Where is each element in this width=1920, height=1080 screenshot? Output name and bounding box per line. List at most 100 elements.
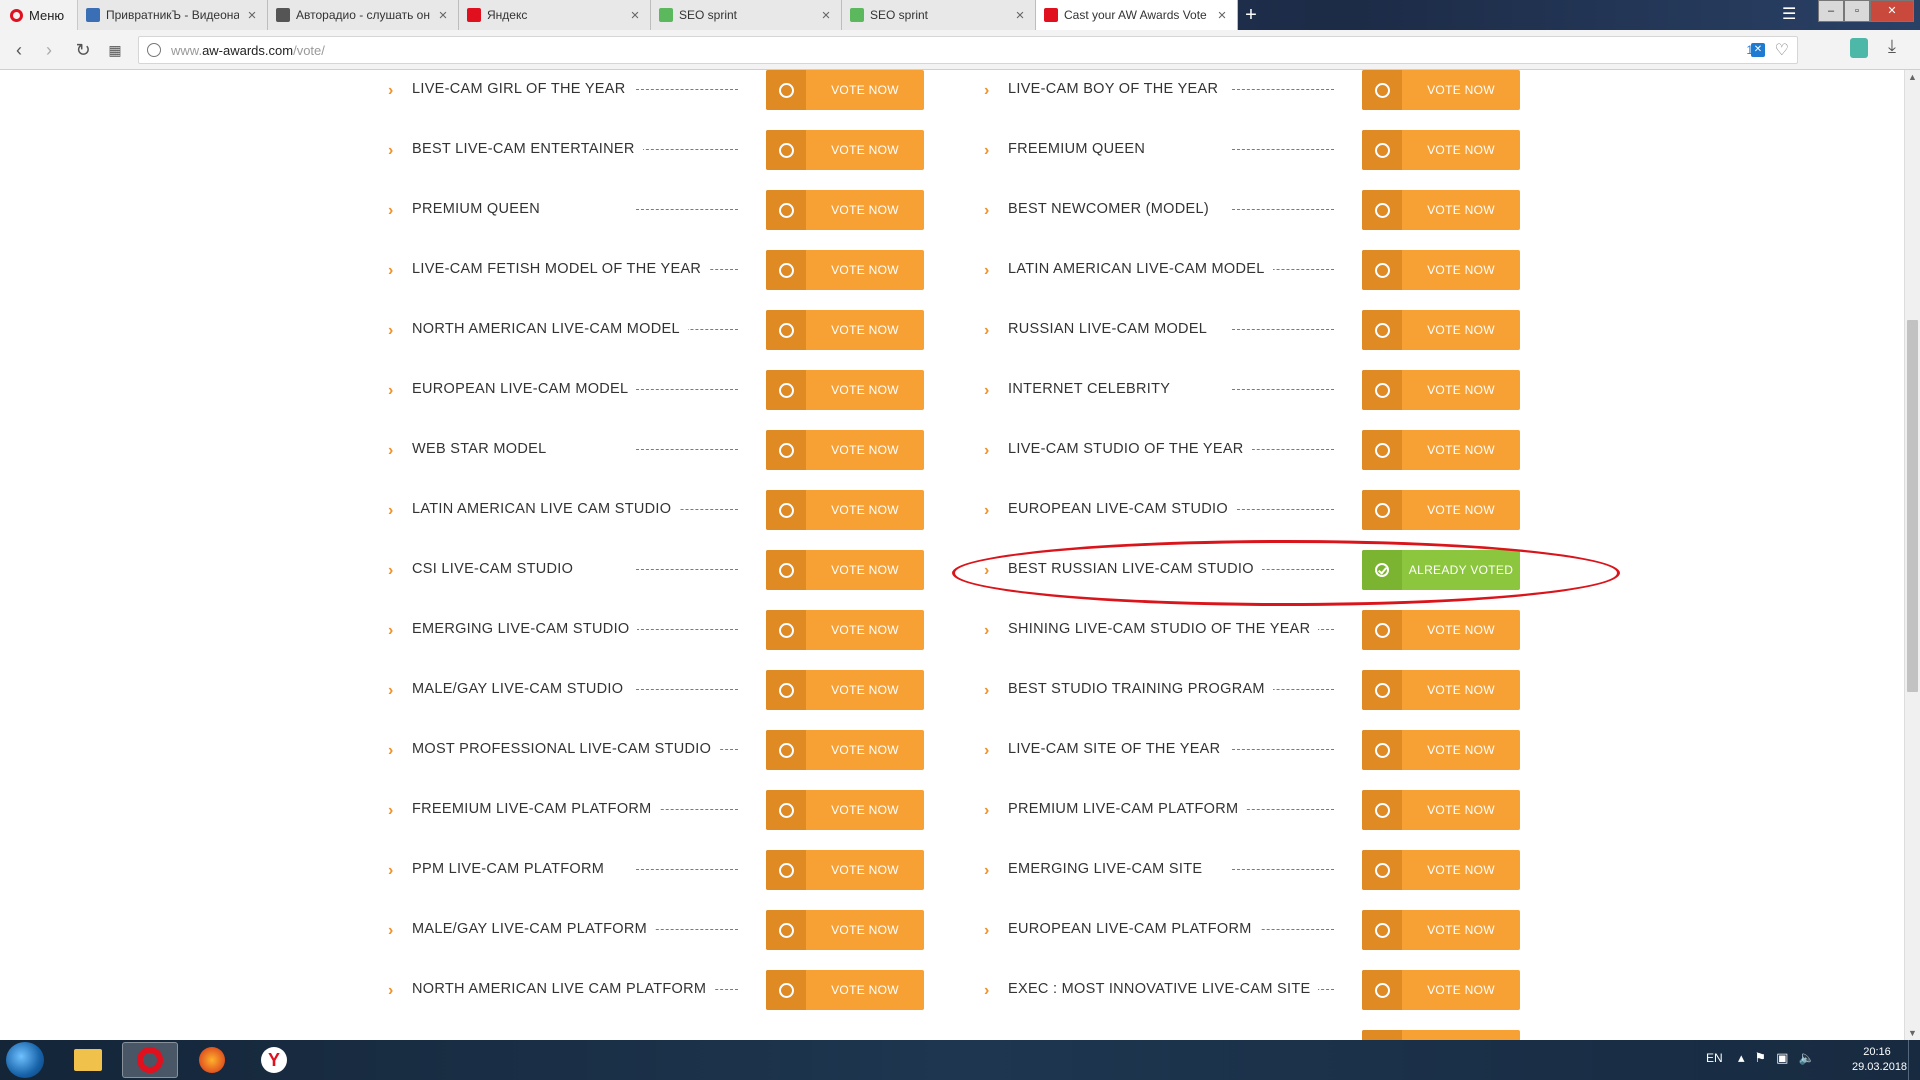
circle-icon xyxy=(1374,922,1390,938)
vote-now-button[interactable]: VOTE NOW xyxy=(766,370,924,410)
circle-icon xyxy=(1374,442,1390,458)
tray-icons[interactable]: ▴⚑▣🔈 xyxy=(1738,1050,1825,1066)
tab-menu-icon[interactable]: ☰ xyxy=(1782,4,1796,24)
taskbar-opera[interactable] xyxy=(122,1042,178,1078)
vote-now-button[interactable]: VOTE NOW xyxy=(1362,730,1520,770)
browser-tab[interactable]: SEO sprint × xyxy=(842,0,1036,30)
vote-now-button[interactable]: VOTE NOW xyxy=(1362,610,1520,650)
vote-button-label: VOTE NOW xyxy=(1427,743,1495,757)
vote-now-button[interactable]: VOTE NOW xyxy=(1362,430,1520,470)
vote-now-button[interactable]: VOTE NOW xyxy=(1362,130,1520,170)
tab-close-icon[interactable]: × xyxy=(1215,7,1229,24)
page-scrollbar[interactable]: ▲ ▼ xyxy=(1904,70,1920,1040)
tab-close-icon[interactable]: × xyxy=(245,7,259,24)
tab-title: Яндекс xyxy=(487,8,528,22)
vote-now-button[interactable]: VOTE NOW xyxy=(1362,970,1520,1010)
vote-now-button[interactable]: VOTE NOW xyxy=(766,670,924,710)
circle-icon xyxy=(778,142,794,158)
taskbar-yandex[interactable]: Y xyxy=(246,1042,302,1078)
close-window-button[interactable]: ✕ xyxy=(1870,0,1914,22)
tab-close-icon[interactable]: × xyxy=(628,7,642,24)
menu-label: Меню xyxy=(29,7,65,23)
scroll-up-icon[interactable]: ▲ xyxy=(1908,72,1917,82)
vote-now-button[interactable]: VOTE NOW xyxy=(766,610,924,650)
scrollbar-thumb[interactable] xyxy=(1907,320,1918,692)
vote-now-button[interactable]: VOTE NOW xyxy=(766,790,924,830)
vote-now-button[interactable]: VOTE NOW xyxy=(766,550,924,590)
circle-icon xyxy=(778,442,794,458)
category-label: MOST PROFESSIONAL LIVE-CAM STUDIO xyxy=(412,741,720,757)
tab-title: SEO sprint xyxy=(870,8,929,22)
chevron-right-icon: › xyxy=(984,382,990,399)
new-tab-button[interactable]: + xyxy=(1240,4,1262,26)
vote-now-button[interactable]: VOTE NOW xyxy=(1362,370,1520,410)
back-button[interactable]: ‹ xyxy=(8,39,30,61)
download-icon[interactable]: ⤓ xyxy=(1888,36,1896,57)
vote-now-button[interactable]: VOTE NOW xyxy=(1362,490,1520,530)
circle-icon xyxy=(778,802,794,818)
vote-now-button[interactable]: VOTE NOW xyxy=(1362,190,1520,230)
vote-now-button[interactable]: VOTE NOW xyxy=(766,310,924,350)
tab-close-icon[interactable]: × xyxy=(1013,7,1027,24)
chevron-right-icon: › xyxy=(388,82,394,99)
vote-now-button[interactable]: VOTE NOW xyxy=(766,130,924,170)
tab-close-icon[interactable]: × xyxy=(819,7,833,24)
chevron-right-icon: › xyxy=(388,262,394,279)
circle-icon xyxy=(1374,382,1390,398)
vote-now-button[interactable]: VOTE NOW xyxy=(766,250,924,290)
language-indicator[interactable]: EN xyxy=(1706,1051,1723,1065)
clock[interactable]: 20:16 29.03.2018 xyxy=(1852,1045,1907,1075)
tab-favicon-icon xyxy=(467,8,481,22)
vote-now-button[interactable]: VOTE NOW xyxy=(766,430,924,470)
circle-icon xyxy=(778,982,794,998)
browser-tab[interactable]: ПривратникЪ - Видеонаб × xyxy=(78,0,268,30)
taskbar-firefox[interactable] xyxy=(184,1042,240,1078)
vote-now-button[interactable]: VOTE NOW xyxy=(1362,850,1520,890)
browser-tab[interactable]: Cast your AW Awards Vote × xyxy=(1036,0,1238,30)
already-voted-button[interactable]: ALREADY VOTED xyxy=(1362,550,1520,590)
circle-icon xyxy=(778,262,794,278)
taskbar-explorer[interactable] xyxy=(60,1042,116,1078)
vote-now-button[interactable]: VOTE NOW xyxy=(1362,670,1520,710)
vote-button-label: VOTE NOW xyxy=(831,683,899,697)
address-field[interactable]: www. aw-awards.com /vote/ 1 ✕ ♡ xyxy=(138,36,1798,64)
speed-dial-icon[interactable]: ▦ xyxy=(104,39,126,61)
vote-now-button[interactable]: VOTE NOW xyxy=(1362,910,1520,950)
vote-now-button[interactable]: VOTE NOW xyxy=(766,910,924,950)
vote-now-button[interactable]: VOTE NOW xyxy=(1362,310,1520,350)
vote-now-button[interactable]: VOTE NOW xyxy=(1362,790,1520,830)
chevron-right-icon: › xyxy=(388,562,394,579)
scroll-down-icon[interactable]: ▼ xyxy=(1908,1028,1917,1038)
vote-now-button[interactable]: VOTE NOW xyxy=(1362,250,1520,290)
adblock-icon[interactable]: ✕ xyxy=(1751,43,1765,57)
chevron-right-icon: › xyxy=(388,502,394,519)
vote-ring-wrap xyxy=(766,550,806,590)
reload-button[interactable]: ↻ xyxy=(72,39,94,61)
vote-now-button[interactable]: VOTE NOW xyxy=(766,190,924,230)
browser-tab[interactable]: Авторадио - слушать онл × xyxy=(268,0,459,30)
dashed-leader xyxy=(636,449,738,450)
minimize-button[interactable]: – xyxy=(1818,0,1844,22)
opera-menu-button[interactable]: Меню xyxy=(0,0,78,30)
start-button[interactable] xyxy=(6,1042,44,1078)
forward-button[interactable]: › xyxy=(38,39,60,61)
extension-icon[interactable] xyxy=(1850,38,1868,58)
category-row: › BEST LIVE-CAM ENTERTAINER VOTE NOW xyxy=(386,130,946,170)
browser-tab[interactable]: Яндекс × xyxy=(459,0,651,30)
chevron-right-icon: › xyxy=(984,742,990,759)
chevron-right-icon: › xyxy=(388,382,394,399)
vote-now-button[interactable]: VOTE NOW xyxy=(766,70,924,110)
vote-now-button[interactable]: VOTE NOW xyxy=(1362,70,1520,110)
vote-now-button[interactable]: VOTE NOW xyxy=(766,970,924,1010)
vote-now-button[interactable]: VOTE NOW xyxy=(766,490,924,530)
vote-now-button[interactable]: VOTE NOW xyxy=(766,730,924,770)
bookmark-heart-icon[interactable]: ♡ xyxy=(1775,40,1789,60)
tab-close-icon[interactable]: × xyxy=(436,7,450,24)
vote-now-button[interactable]: VOTE NOW xyxy=(766,850,924,890)
category-label: EMERGING LIVE-CAM SITE xyxy=(1008,861,1211,877)
show-desktop-button[interactable] xyxy=(1908,1040,1920,1080)
browser-tab[interactable]: SEO sprint × xyxy=(651,0,842,30)
dashed-leader xyxy=(1232,509,1334,510)
maximize-button[interactable]: ▫ xyxy=(1844,0,1870,22)
vote-now-button[interactable]: VOTE NOW xyxy=(1362,1030,1520,1040)
